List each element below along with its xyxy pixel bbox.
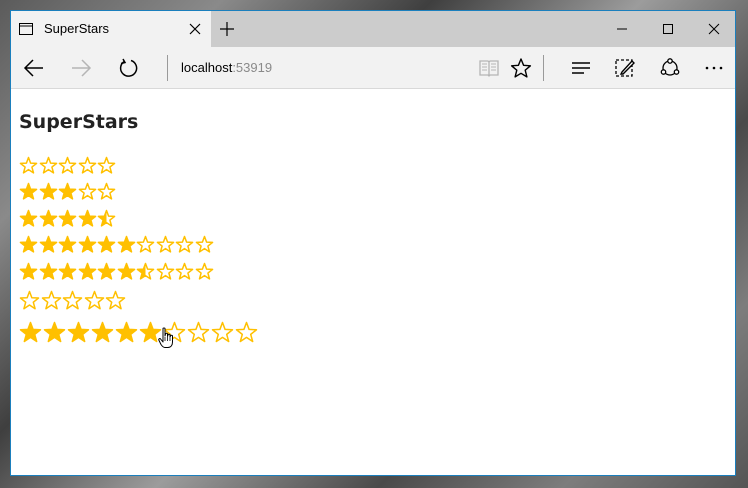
star-filled-icon[interactable] xyxy=(58,209,78,228)
star-filled-icon[interactable] xyxy=(39,235,59,254)
star-empty-icon[interactable] xyxy=(41,290,63,311)
star-filled-icon[interactable] xyxy=(43,321,67,344)
star-empty-icon[interactable] xyxy=(211,321,235,344)
more-icon[interactable] xyxy=(703,57,725,79)
star-filled-icon[interactable] xyxy=(58,235,78,254)
forward-arrow-icon[interactable] xyxy=(70,57,92,79)
star-empty-icon[interactable] xyxy=(19,156,39,175)
star-rating[interactable] xyxy=(19,156,117,175)
star-filled-icon[interactable] xyxy=(67,321,91,344)
star-empty-icon[interactable] xyxy=(58,156,78,175)
star-empty-icon[interactable] xyxy=(39,156,59,175)
star-rating[interactable] xyxy=(19,290,127,311)
star-empty-icon[interactable] xyxy=(84,290,106,311)
page-title: SuperStars xyxy=(19,111,139,133)
browser-tab[interactable]: SuperStars xyxy=(11,11,211,47)
star-empty-icon[interactable] xyxy=(235,321,259,344)
window-close-icon[interactable] xyxy=(691,11,735,47)
address-bar[interactable]: localhost:53919 xyxy=(181,60,272,75)
star-rating[interactable] xyxy=(19,262,214,281)
refresh-icon[interactable] xyxy=(118,57,140,79)
back-arrow-icon[interactable] xyxy=(23,57,45,79)
web-note-icon[interactable] xyxy=(614,57,636,79)
address-port: :53919 xyxy=(232,60,273,75)
star-rating[interactable] xyxy=(19,321,259,344)
star-empty-icon[interactable] xyxy=(195,262,215,281)
maximize-icon[interactable] xyxy=(645,11,691,47)
star-filled-icon[interactable] xyxy=(117,262,137,281)
star-filled-icon[interactable] xyxy=(78,235,98,254)
star-filled-icon[interactable] xyxy=(97,235,117,254)
star-empty-icon[interactable] xyxy=(78,156,98,175)
share-icon[interactable] xyxy=(659,57,681,79)
plus-icon[interactable] xyxy=(218,20,236,38)
hub-icon[interactable] xyxy=(570,57,592,79)
tab-title: SuperStars xyxy=(44,21,110,36)
favorite-star-icon[interactable] xyxy=(510,57,532,79)
tab-page-icon xyxy=(19,22,33,35)
star-filled-icon[interactable] xyxy=(78,209,98,228)
star-filled-icon[interactable] xyxy=(19,262,39,281)
star-empty-icon[interactable] xyxy=(195,235,215,254)
reading-view-icon[interactable] xyxy=(478,57,500,79)
star-half-icon[interactable] xyxy=(97,209,117,228)
star-filled-icon[interactable] xyxy=(19,182,39,201)
star-filled-icon[interactable] xyxy=(39,182,59,201)
address-host: localhost xyxy=(181,60,233,75)
star-rating[interactable] xyxy=(19,182,117,201)
star-empty-icon[interactable] xyxy=(105,290,127,311)
star-filled-icon[interactable] xyxy=(117,235,137,254)
close-icon[interactable] xyxy=(186,20,204,38)
hand-pointer-icon xyxy=(158,327,174,349)
star-empty-icon[interactable] xyxy=(62,290,84,311)
star-filled-icon[interactable] xyxy=(19,235,39,254)
star-filled-icon[interactable] xyxy=(39,209,59,228)
star-half-icon[interactable] xyxy=(136,262,156,281)
page-content: SuperStars xyxy=(11,89,735,475)
minimize-icon[interactable] xyxy=(599,11,645,47)
star-empty-icon[interactable] xyxy=(97,182,117,201)
star-empty-icon[interactable] xyxy=(156,262,176,281)
star-filled-icon[interactable] xyxy=(115,321,139,344)
star-filled-icon[interactable] xyxy=(39,262,59,281)
star-filled-icon[interactable] xyxy=(91,321,115,344)
star-filled-icon[interactable] xyxy=(97,262,117,281)
star-rating[interactable] xyxy=(19,235,214,254)
star-empty-icon[interactable] xyxy=(19,290,41,311)
star-empty-icon[interactable] xyxy=(156,235,176,254)
star-filled-icon[interactable] xyxy=(19,321,43,344)
title-bar: SuperStars xyxy=(11,11,735,47)
star-empty-icon[interactable] xyxy=(97,156,117,175)
star-filled-icon[interactable] xyxy=(78,262,98,281)
star-filled-icon[interactable] xyxy=(58,262,78,281)
navigation-bar: localhost:53919 xyxy=(11,47,735,89)
star-filled-icon[interactable] xyxy=(19,209,39,228)
toolbar-divider xyxy=(543,55,544,81)
star-empty-icon[interactable] xyxy=(78,182,98,201)
toolbar-divider xyxy=(167,55,168,81)
star-rating[interactable] xyxy=(19,209,117,228)
star-empty-icon[interactable] xyxy=(175,262,195,281)
star-empty-icon[interactable] xyxy=(136,235,156,254)
star-filled-icon[interactable] xyxy=(58,182,78,201)
star-empty-icon[interactable] xyxy=(175,235,195,254)
star-empty-icon[interactable] xyxy=(187,321,211,344)
browser-window: SuperStars localhost:53919 SuperStars xyxy=(10,10,736,476)
